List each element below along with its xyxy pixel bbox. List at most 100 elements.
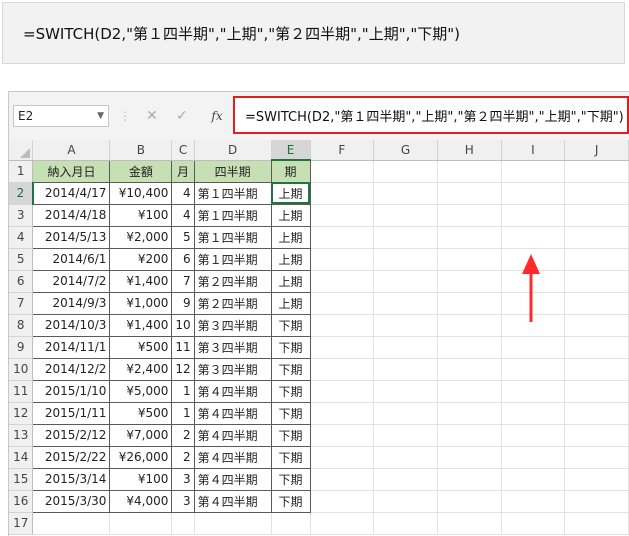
empty-cell[interactable] — [564, 182, 629, 205]
empty-cell[interactable] — [501, 424, 566, 447]
empty-cell[interactable] — [373, 446, 438, 469]
row-header[interactable]: 1 — [9, 160, 34, 183]
row-header[interactable]: 7 — [9, 292, 34, 315]
row-header[interactable]: 5 — [9, 248, 34, 271]
empty-cell[interactable] — [501, 490, 566, 513]
month-cell[interactable]: 2 — [171, 445, 195, 469]
period-cell[interactable]: 上期 — [270, 269, 311, 293]
empty-cell[interactable] — [310, 182, 375, 205]
amount-cell[interactable]: ¥26,000 — [109, 445, 173, 469]
empty-cell[interactable] — [373, 292, 438, 315]
month-cell[interactable]: 9 — [171, 291, 195, 315]
row-header[interactable]: 13 — [9, 424, 34, 447]
empty-cell[interactable] — [564, 292, 629, 315]
amount-cell[interactable]: ¥10,400 — [109, 181, 173, 205]
empty-cell[interactable] — [310, 490, 375, 513]
quarter-cell[interactable]: 第２四半期 — [193, 269, 272, 293]
amount-cell[interactable]: ¥100 — [109, 203, 173, 227]
empty-cell[interactable] — [373, 314, 438, 337]
empty-cell[interactable] — [373, 424, 438, 447]
empty-cell[interactable] — [194, 512, 272, 535]
empty-cell[interactable] — [437, 248, 502, 271]
column-header-d[interactable]: D — [194, 140, 272, 161]
name-box[interactable]: E2 ▼ — [13, 105, 109, 127]
row-header[interactable]: 3 — [9, 204, 34, 227]
column-header-b[interactable]: B — [109, 140, 173, 161]
empty-cell[interactable] — [564, 314, 629, 337]
quarter-cell[interactable]: 第１四半期 — [193, 203, 272, 227]
amount-cell[interactable]: ¥7,000 — [109, 423, 173, 447]
period-cell[interactable]: 下期 — [270, 313, 311, 337]
amount-cell[interactable]: ¥2,000 — [109, 225, 173, 249]
empty-cell[interactable] — [310, 358, 375, 381]
month-cell[interactable]: 7 — [171, 269, 195, 293]
column-header-h[interactable]: H — [437, 140, 502, 161]
empty-cell[interactable] — [501, 336, 566, 359]
period-cell[interactable]: 下期 — [270, 445, 311, 469]
empty-cell[interactable] — [501, 160, 566, 183]
check-icon[interactable]: ✓ — [171, 105, 193, 127]
date-cell[interactable]: 2014/9/3 — [32, 291, 111, 315]
row-header[interactable]: 14 — [9, 446, 34, 469]
quarter-cell[interactable]: 第１四半期 — [193, 225, 272, 249]
header-cell-quarter[interactable]: 四半期 — [193, 159, 272, 183]
period-cell[interactable]: 下期 — [270, 423, 311, 447]
date-cell[interactable]: 2015/3/14 — [32, 467, 111, 491]
empty-cell[interactable] — [373, 468, 438, 491]
period-cell[interactable]: 下期 — [270, 489, 311, 513]
empty-cell[interactable] — [310, 270, 375, 293]
period-cell[interactable]: 上期 — [270, 291, 311, 315]
column-header-c[interactable]: C — [171, 140, 195, 161]
amount-cell[interactable]: ¥500 — [109, 335, 173, 359]
quarter-cell[interactable]: 第４四半期 — [193, 379, 272, 403]
column-header-e[interactable]: E — [271, 140, 311, 161]
empty-cell[interactable] — [564, 380, 629, 403]
active-cell[interactable]: 上期 — [270, 181, 311, 205]
quarter-cell[interactable]: 第３四半期 — [193, 313, 272, 337]
amount-cell[interactable]: ¥5,000 — [109, 379, 173, 403]
select-all-button[interactable] — [9, 140, 34, 161]
date-cell[interactable]: 2014/4/17 — [32, 181, 111, 205]
period-cell[interactable]: 上期 — [270, 225, 311, 249]
date-cell[interactable]: 2014/10/3 — [32, 313, 111, 337]
empty-cell[interactable] — [437, 468, 502, 491]
quarter-cell[interactable]: 第２四半期 — [193, 291, 272, 315]
empty-cell[interactable] — [501, 380, 566, 403]
empty-cell[interactable] — [310, 226, 375, 249]
empty-cell[interactable] — [109, 512, 173, 535]
amount-cell[interactable]: ¥100 — [109, 467, 173, 491]
empty-cell[interactable] — [310, 204, 375, 227]
empty-cell[interactable] — [373, 490, 438, 513]
empty-cell[interactable] — [437, 446, 502, 469]
month-cell[interactable]: 1 — [171, 379, 195, 403]
empty-cell[interactable] — [373, 358, 438, 381]
empty-cell[interactable] — [501, 226, 566, 249]
period-cell[interactable]: 上期 — [270, 203, 311, 227]
month-cell[interactable]: 1 — [171, 401, 195, 425]
month-cell[interactable]: 10 — [171, 313, 195, 337]
empty-cell[interactable] — [564, 204, 629, 227]
amount-cell[interactable]: ¥1,400 — [109, 269, 173, 293]
empty-cell[interactable] — [310, 160, 375, 183]
empty-cell[interactable] — [564, 270, 629, 293]
amount-cell[interactable]: ¥1,000 — [109, 291, 173, 315]
empty-cell[interactable] — [564, 226, 629, 249]
date-cell[interactable]: 2015/3/30 — [32, 489, 111, 513]
period-cell[interactable]: 下期 — [270, 401, 311, 425]
date-cell[interactable]: 2014/11/1 — [32, 335, 111, 359]
period-cell[interactable]: 下期 — [270, 335, 311, 359]
amount-cell[interactable]: ¥1,400 — [109, 313, 173, 337]
empty-cell[interactable] — [437, 402, 502, 425]
date-cell[interactable]: 2015/1/10 — [32, 379, 111, 403]
empty-cell[interactable] — [310, 402, 375, 425]
empty-cell[interactable] — [437, 490, 502, 513]
formula-input[interactable]: =SWITCH(D2,"第１四半期","上期","第２四半期","上期","下期… — [233, 96, 629, 134]
empty-cell[interactable] — [32, 512, 111, 535]
empty-cell[interactable] — [373, 270, 438, 293]
month-cell[interactable]: 6 — [171, 247, 195, 271]
period-cell[interactable]: 下期 — [270, 357, 311, 381]
month-cell[interactable]: 11 — [171, 335, 195, 359]
empty-cell[interactable] — [437, 424, 502, 447]
date-cell[interactable]: 2014/6/1 — [32, 247, 111, 271]
date-cell[interactable]: 2015/2/22 — [32, 445, 111, 469]
